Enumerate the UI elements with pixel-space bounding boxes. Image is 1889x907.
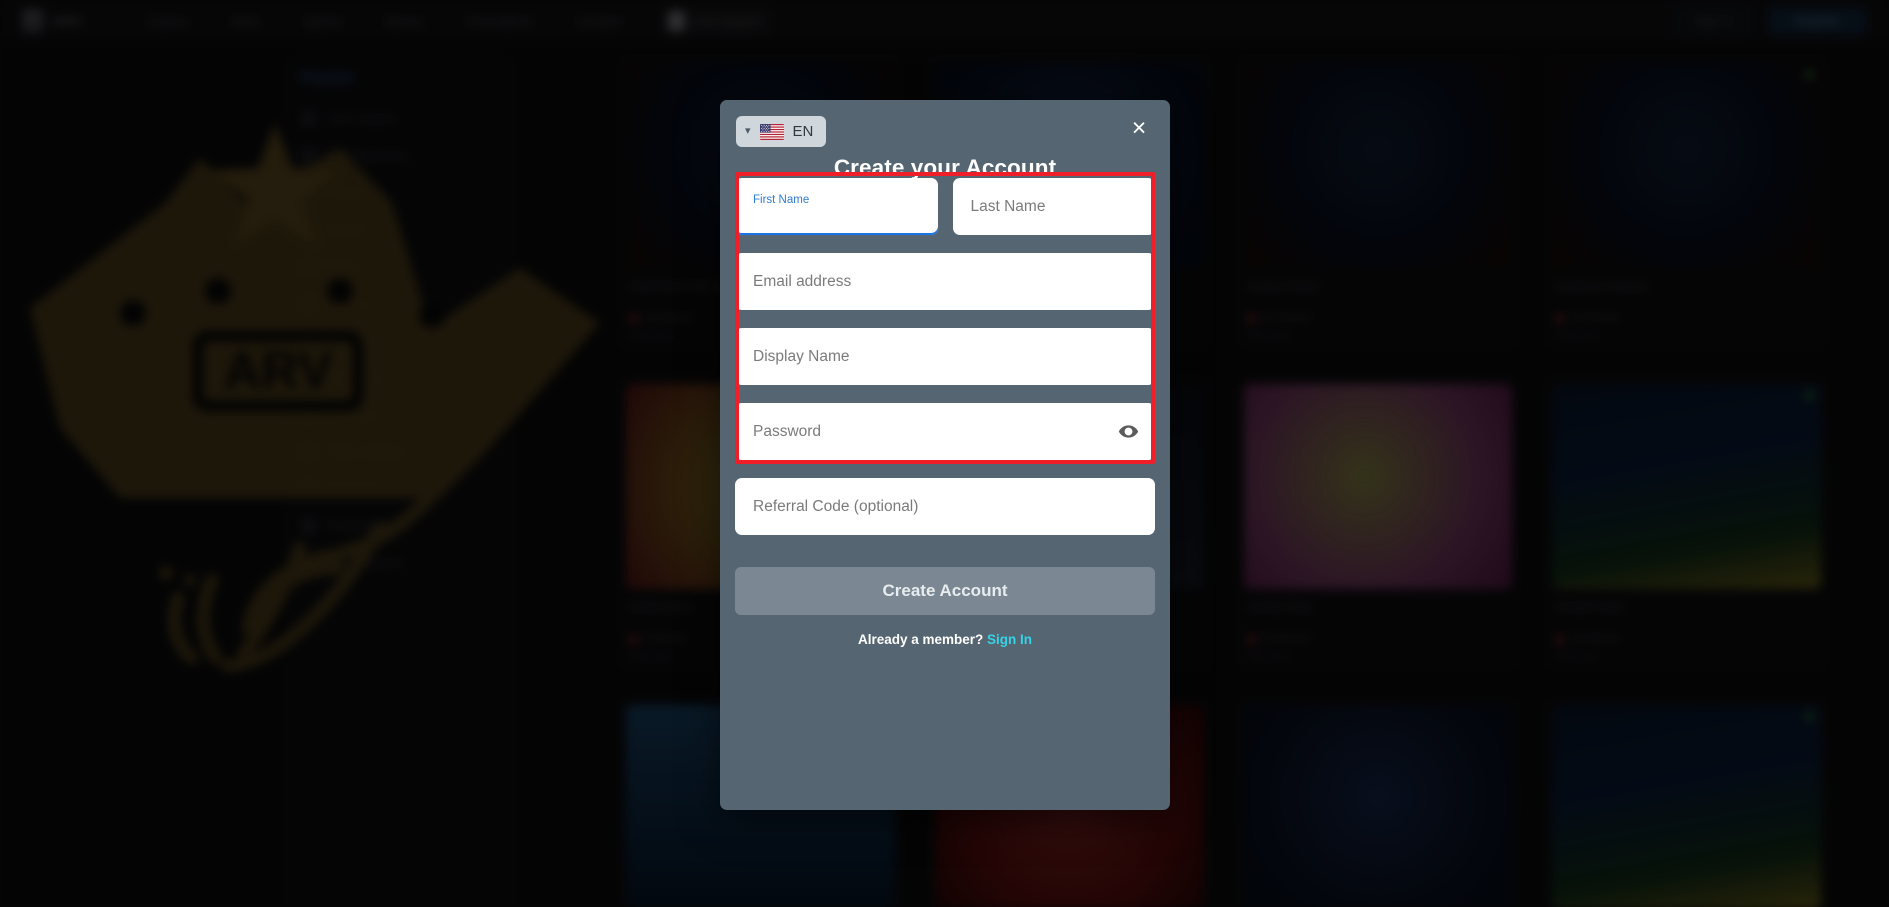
us-flag-icon — [759, 123, 784, 140]
sign-in-link[interactable]: Sign In — [987, 632, 1032, 647]
first-name-input[interactable] — [735, 178, 938, 235]
create-account-button[interactable]: Create Account — [735, 567, 1155, 615]
name-row: First Name Last Name — [735, 178, 1155, 249]
signin-prompt-text: Already a member? — [857, 632, 984, 647]
close-icon[interactable]: × — [1124, 113, 1154, 143]
language-selector[interactable]: ▾ EN — [736, 116, 827, 147]
last-name-field[interactable]: Last Name — [952, 178, 1155, 235]
toggle-password-visibility-icon[interactable] — [1117, 421, 1139, 443]
referral-code-field[interactable]: Referral Code (optional) — [735, 478, 1155, 535]
signup-form: First Name Last Name Email address Displ… — [735, 178, 1155, 647]
referral-code-input[interactable] — [735, 478, 1155, 535]
signin-prompt: Already a member? Sign In — [735, 632, 1155, 647]
display-name-input[interactable] — [735, 328, 1155, 385]
password-field[interactable]: Password — [735, 403, 1155, 460]
email-input[interactable] — [735, 253, 1155, 310]
display-name-field[interactable]: Display Name — [735, 328, 1155, 385]
password-input[interactable] — [735, 403, 1155, 460]
email-field[interactable]: Email address — [735, 253, 1155, 310]
first-name-field[interactable]: First Name — [735, 178, 938, 235]
chevron-down-icon: ▾ — [745, 125, 751, 137]
page-root: ARV Casino Slots Sports Bonus Promotions… — [0, 0, 1889, 907]
last-name-input[interactable] — [952, 178, 1155, 235]
create-account-modal: ▾ EN × Create your Account First Name La… — [720, 100, 1170, 810]
language-code: EN — [792, 123, 814, 140]
